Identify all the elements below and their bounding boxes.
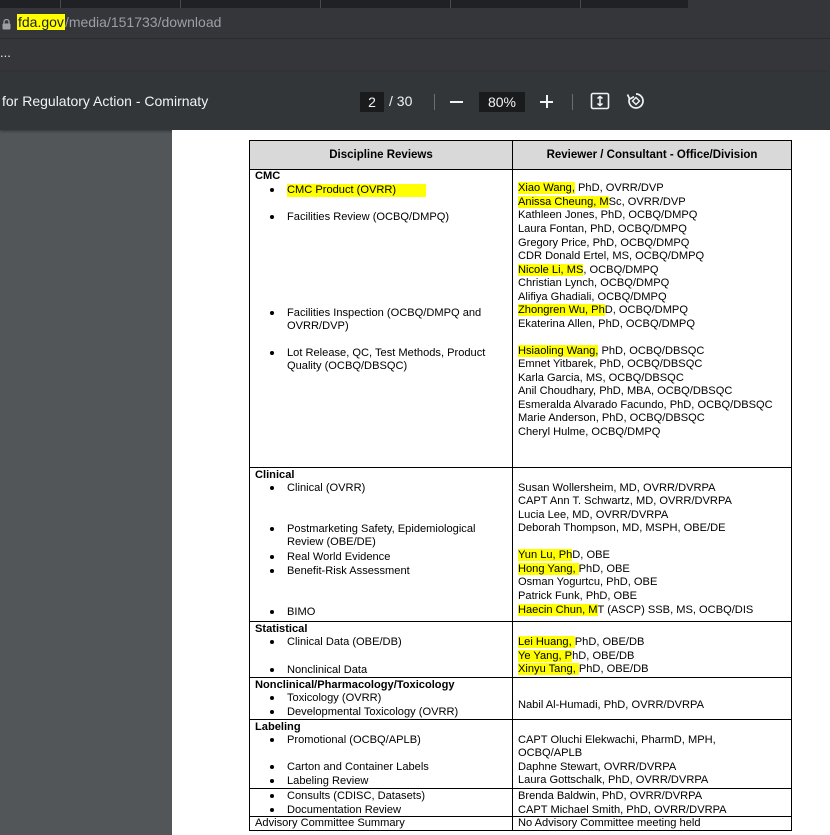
url-host: fda.gov (17, 14, 65, 30)
reviewer-entry: Marie Anderson, PhD, OCBQ/DBSQC (518, 412, 705, 424)
list-item: Clinical Data (OBE/DB) (287, 636, 402, 648)
reviewer-entry: Yun Lu, PhD, OBE (518, 549, 610, 561)
list-item: Consults (CDISC, Datasets) (287, 790, 426, 802)
reviewer-entry: Xinyu Tang, PhD, OBE/DB (518, 663, 649, 675)
tab-strip (0, 0, 830, 8)
list-item: Advisory Committee Summary (255, 817, 405, 829)
reviewer-entry: Lucia Lee, MD, OVRR/DVRPA (518, 509, 669, 521)
reviewer-entry: CDR Donald Ertel, MS, OCBQ/DMPQ (518, 250, 705, 262)
list-item: Clinical (OVRR) (287, 482, 366, 494)
reviewer-entry: Anissa Cheung, MSc, OVRR/DVP (518, 196, 686, 208)
table-row: Clinical Clinical (OVRR) Postmarketing S… (249, 467, 792, 622)
reviewer-entry: Laura Fontan, PhD, OCBQ/DMPQ (518, 223, 687, 235)
reviewer-entry: OCBQ/APLB (518, 747, 583, 759)
section-title: Nonclinical/Pharmacology/Toxicology (255, 679, 455, 691)
document-title: for Regulatory Action - Comirnaty (2, 93, 209, 109)
reviewers-table: Discipline Reviews Reviewer / Consultant… (249, 140, 792, 831)
section-title: Labeling (255, 721, 301, 733)
reviewer-entry: Esmeralda Alvarado Facundo, PhD, OCBQ/DB… (518, 399, 773, 411)
toolbar-divider (434, 94, 435, 110)
section-title: Clinical (255, 469, 295, 481)
reviewer-entry: Cheryl Hulme, OCBQ/DMPQ (518, 426, 661, 438)
url-text[interactable]: fda.gov/media/151733/download (17, 14, 221, 30)
rotate-icon[interactable] (626, 91, 646, 111)
reviewer-entry: Lei Huang, PhD, OBE/DB (518, 636, 645, 648)
list-item: Postmarketing Safety, Epidemiological (287, 523, 476, 535)
list-item: Lot Release, QC, Test Methods, Product (287, 347, 486, 359)
reviewer-entry: Hong Yang, PhD, OBE (518, 563, 630, 575)
list-item: Labeling Review (287, 775, 369, 787)
list-item: Facilities Inspection (OCBQ/DMPQ and (287, 307, 482, 319)
reviewer-entry: Haecin Chun, MT (ASCP) SSB, MS, OCBQ/DIS (518, 604, 754, 616)
list-item: Promotional (OCBQ/APLB) (287, 734, 421, 746)
lock-icon[interactable] (2, 17, 11, 35)
reviewer-entry: Patrick Funk, PhD, OBE (518, 590, 637, 602)
reviewer-entry: Xiao Wang, PhD, OVRR/DVP (518, 182, 664, 194)
list-item: Review (OBE/DE) (287, 536, 376, 548)
zoom-level-input[interactable]: 80% (479, 92, 525, 112)
reviewer-entry: Nicole Li, MS, OCBQ/DMPQ (518, 264, 659, 276)
reviewer-entry: CAPT Michael Smith, PhD, OVRR/DVRPA (518, 804, 727, 816)
table-row: CMC CMC Product (OVRR) Facilities Review… (249, 169, 792, 468)
header-discipline: Discipline Reviews (249, 140, 513, 170)
reviewer-entry: Deborah Thompson, MD, MSPH, OBE/DE (518, 522, 726, 534)
active-tab[interactable] (688, 0, 830, 8)
reviewer-entry: Hsiaoling Wang, PhD, OCBQ/DBSQC (518, 345, 705, 357)
fit-page-icon[interactable] (590, 92, 610, 110)
page-total: / 30 (389, 93, 413, 109)
section-title: CMC (255, 170, 281, 182)
reviewer-entry: CAPT Oluchi Elekwachi, PharmD, MPH, (518, 734, 716, 746)
reviewer-entry: Karla Garcia, MS, OCBQ/DBSQC (518, 372, 684, 384)
reviewer-entry: Anil Choudhary, PhD, MBA, OCBQ/DBSQC (518, 385, 733, 397)
reviewer-entry: Osman Yogurtcu, PhD, OBE (518, 576, 658, 588)
reviewer-entry: Nabil Al-Humadi, PhD, OVRR/DVRPA (518, 699, 704, 711)
reviewer-entry: Emnet Yitbarek, PhD, OCBQ/DBSQC (518, 358, 703, 370)
table-row: Statistical Clinical Data (OBE/DB) Noncl… (249, 621, 792, 678)
table-row: Labeling Promotional (OCBQ/APLB) Carton … (249, 719, 792, 789)
reviewer-entry: Daphne Stewart, OVRR/DVRPA (518, 761, 677, 773)
pdf-toolbar: for Regulatory Action - Comirnaty 2 / 30… (0, 72, 830, 130)
bookmarks-bar: ... (0, 38, 830, 73)
reviewer-entry: Alifiya Ghadiali, OCBQ/DMPQ (518, 291, 667, 303)
list-item: Carton and Container Labels (287, 761, 429, 773)
reviewer-entry: Ye Yang, PhD, OBE/DB (518, 650, 635, 662)
address-bar[interactable]: fda.gov/media/151733/download (0, 8, 830, 38)
zoom-out-icon[interactable] (448, 90, 466, 112)
section-title: Statistical (255, 623, 308, 635)
list-item: Benefit-Risk Assessment (287, 565, 410, 577)
reviewer-entry: Laura Gottschalk, PhD, OVRR/DVRPA (518, 774, 709, 786)
reviewer-entry: No Advisory Committee meeting held (518, 817, 701, 829)
reviewer-entry: Ekaterina Allen, PhD, OCBQ/DMPQ (518, 318, 695, 330)
list-item: BIMO (287, 606, 316, 618)
list-item: Quality (OCBQ/DBSQC) (287, 360, 408, 372)
list-item: CMC Product (OVRR) (287, 184, 427, 197)
list-item: OVRR/DVP) (287, 320, 349, 332)
table-row: Nonclinical/Pharmacology/Toxicology Toxi… (249, 677, 792, 720)
url-path: /media/151733/download (64, 14, 222, 30)
reviewer-entry: Kathleen Jones, PhD, OCBQ/DMPQ (518, 209, 698, 221)
toolbar-divider (572, 94, 573, 110)
zoom-in-icon[interactable] (538, 90, 556, 112)
reviewer-entry: Christian Lynch, OCBQ/DMPQ (518, 277, 670, 289)
list-item: Developmental Toxicology (OVRR) (287, 706, 459, 718)
list-item: Toxicology (OVRR) (287, 692, 382, 704)
reviewer-entry: Zhongren Wu, PhD, OCBQ/DMPQ (518, 304, 688, 316)
header-reviewer: Reviewer / Consultant - Office/Division (512, 140, 792, 170)
bookmarks-overflow[interactable]: ... (0, 45, 11, 60)
list-item: Real World Evidence (287, 551, 391, 563)
list-item: Facilities Review (OCBQ/DMPQ) (287, 211, 450, 223)
pdf-page: Discipline Reviews Reviewer / Consultant… (172, 130, 830, 835)
page-number-input[interactable]: 2 (360, 92, 384, 112)
table-row: Consults (CDISC, Datasets) Documentation… (249, 788, 792, 817)
table-row: Advisory Committee Summary No Advisory C… (249, 816, 792, 831)
reviewer-entry: Brenda Baldwin, PhD, OVRR/DVRPA (518, 790, 703, 802)
list-item: Nonclinical Data (287, 664, 368, 676)
reviewer-entry: Gregory Price, PhD, OCBQ/DMPQ (518, 237, 690, 249)
reviewer-entry: CAPT Ann T. Schwartz, MD, OVRR/DVRPA (518, 495, 732, 507)
list-item: Documentation Review (287, 804, 402, 816)
reviewer-entry: Susan Wollersheim, MD, OVRR/DVRPA (518, 482, 716, 494)
